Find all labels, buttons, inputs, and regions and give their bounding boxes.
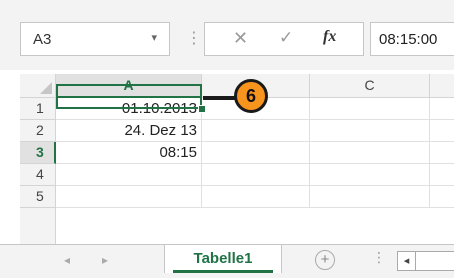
- column-header-c[interactable]: C: [310, 74, 430, 98]
- cell-c4[interactable]: [310, 164, 430, 186]
- separator-grip-icon[interactable]: ⋮: [186, 22, 202, 56]
- cell-c2[interactable]: [310, 120, 430, 142]
- cell-d1[interactable]: [430, 98, 454, 120]
- formula-input[interactable]: 08:15:00: [370, 22, 454, 56]
- row-header-4[interactable]: 4: [20, 164, 56, 186]
- column-header-d[interactable]: [430, 74, 454, 98]
- enter-icon[interactable]: ✓: [279, 28, 293, 48]
- cell-a2[interactable]: 24. Dez 13: [56, 120, 202, 142]
- cell-c5[interactable]: [310, 186, 430, 208]
- cell-b5[interactable]: [202, 186, 310, 208]
- cell-c1[interactable]: [310, 98, 430, 120]
- row-header-3[interactable]: 3: [20, 142, 56, 164]
- active-cell-border: [56, 84, 202, 109]
- chevron-down-icon[interactable]: ▾: [151, 31, 157, 44]
- cell-a3[interactable]: 08:15: [56, 142, 202, 164]
- row-header-1[interactable]: 1: [20, 98, 56, 120]
- insert-function-icon[interactable]: fx: [323, 28, 336, 46]
- cell-d4[interactable]: [430, 164, 454, 186]
- cell-d3[interactable]: [430, 142, 454, 164]
- cell-d2[interactable]: [430, 120, 454, 142]
- select-all-triangle-icon: [40, 82, 52, 94]
- fill-handle[interactable]: [198, 105, 206, 113]
- sheet-tab-bar: ◂ ▸ Tabelle1 + ⋮ ◂: [0, 244, 454, 278]
- row-header-2[interactable]: 2: [20, 120, 56, 142]
- sheet-tab-tabelle1[interactable]: Tabelle1: [164, 245, 282, 273]
- formula-buttons: ✕ ✓ fx: [204, 22, 364, 56]
- callout-badge: 6: [234, 79, 268, 113]
- horizontal-scrollbar[interactable]: ◂: [397, 251, 454, 271]
- formula-content: 08:15:00: [379, 31, 438, 48]
- cell-a5[interactable]: [56, 186, 202, 208]
- row-header-5[interactable]: 5: [20, 186, 56, 208]
- name-box[interactable]: A3 ▾: [20, 22, 170, 56]
- cell-a4[interactable]: [56, 164, 202, 186]
- cell-d5[interactable]: [430, 186, 454, 208]
- tab-split-grip-icon[interactable]: ⋮: [372, 249, 386, 266]
- cell-c3[interactable]: [310, 142, 430, 164]
- cell-b2[interactable]: [202, 120, 310, 142]
- prev-sheet-icon[interactable]: ◂: [64, 253, 70, 267]
- next-sheet-icon[interactable]: ▸: [102, 253, 108, 267]
- callout-pointer-line: [203, 96, 237, 100]
- cell-b3[interactable]: [202, 142, 310, 164]
- name-box-value: A3: [33, 31, 52, 48]
- add-sheet-icon[interactable]: +: [315, 250, 335, 270]
- cell-b4[interactable]: [202, 164, 310, 186]
- select-all-corner[interactable]: [20, 74, 56, 98]
- formula-bar: A3 ▾ ⋮ ✕ ✓ fx 08:15:00: [0, 0, 454, 70]
- scroll-left-icon[interactable]: ◂: [398, 252, 416, 270]
- row-header-6[interactable]: [20, 208, 56, 244]
- cancel-icon[interactable]: ✕: [233, 28, 248, 49]
